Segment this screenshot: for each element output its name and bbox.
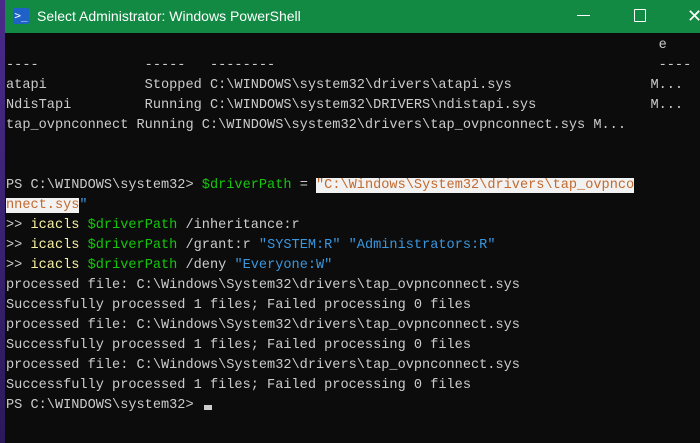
terminal-text: "	[79, 198, 88, 213]
terminal-text: icacls	[30, 218, 88, 233]
terminal-line: nnect.sys"	[6, 196, 700, 216]
terminal-line: tap_ovpnconnect Running C:\WINDOWS\syste…	[6, 116, 700, 136]
terminal-text: tap_ovpnconnect Running C:\WINDOWS\syste…	[6, 118, 626, 133]
terminal-text: icacls	[30, 238, 88, 253]
terminal-line: Successfully processed 1 files; Failed p…	[6, 296, 700, 316]
powershell-icon: >_	[13, 8, 29, 24]
terminal-text: processed file: C:\Windows\System32\driv…	[6, 358, 520, 373]
terminal-text: /deny	[177, 258, 235, 273]
terminal-line: atapi Stopped C:\WINDOWS\system32\driver…	[6, 76, 700, 96]
minimize-button[interactable]	[561, 0, 607, 33]
terminal-line: Successfully processed 1 files; Failed p…	[6, 336, 700, 356]
terminal-text: Successfully processed 1 files; Failed p…	[6, 378, 471, 393]
terminal-line: PS C:\WINDOWS\system32> $driverPath = "C…	[6, 176, 700, 196]
terminal-line	[6, 136, 700, 156]
terminal-line: PS C:\WINDOWS\system32>	[6, 396, 700, 416]
terminal-line: >> icacls $driverPath /inheritance:r	[6, 216, 700, 236]
terminal-text: e	[6, 38, 667, 53]
terminal-text: =	[291, 178, 317, 193]
selected-text: "C:\Windows\System32\drivers\tap_ovpnco	[316, 178, 635, 193]
terminal-text: NdisTapi Running C:\WINDOWS\system32\DRI…	[6, 98, 684, 113]
terminal-line: processed file: C:\Windows\System32\driv…	[6, 316, 700, 336]
terminal-line	[6, 156, 700, 176]
terminal-text: processed file: C:\Windows\System32\driv…	[6, 318, 520, 333]
window-title: Select Administrator: Windows PowerShell	[37, 8, 301, 24]
maximize-button[interactable]	[617, 0, 663, 33]
terminal-line: >> icacls $driverPath /grant:r "SYSTEM:R…	[6, 236, 700, 256]
terminal-line: e	[6, 36, 700, 56]
terminal-text: >>	[6, 258, 31, 273]
desktop-edge	[0, 0, 5, 443]
title-bar[interactable]: >_ Select Administrator: Windows PowerSh…	[5, 0, 700, 33]
terminal-text: processed file: C:\Windows\System32\driv…	[6, 278, 520, 293]
terminal-text: >>	[6, 218, 31, 233]
terminal-text: PS C:\WINDOWS\system32>	[6, 398, 202, 413]
terminal-text: PS C:\WINDOWS\system32>	[6, 178, 202, 193]
terminal-text: "Everyone:W"	[234, 258, 333, 273]
terminal-text: Successfully processed 1 files; Failed p…	[6, 298, 471, 313]
terminal-text: $driverPath	[201, 178, 292, 193]
terminal-line: Successfully processed 1 files; Failed p…	[6, 376, 700, 396]
terminal-text: atapi Stopped C:\WINDOWS\system32\driver…	[6, 78, 684, 93]
terminal-line: >> icacls $driverPath /deny "Everyone:W"	[6, 256, 700, 276]
terminal-text: /grant:r	[177, 238, 259, 253]
terminal-text: Successfully processed 1 files; Failed p…	[6, 338, 471, 353]
terminal-text: >>	[6, 238, 31, 253]
terminal-text: $driverPath	[87, 258, 178, 273]
terminal-line: processed file: C:\Windows\System32\driv…	[6, 356, 700, 376]
terminal-text: "SYSTEM:R" "Administrators:R"	[258, 238, 496, 253]
terminal-text: $driverPath	[87, 218, 178, 233]
terminal-line: processed file: C:\Windows\System32\driv…	[6, 276, 700, 296]
terminal-output[interactable]: e ---- ----- -------- ---- atapi Stopped C…	[6, 36, 700, 416]
terminal-text: /inheritance:r	[177, 218, 300, 233]
close-button[interactable]: ✕	[681, 0, 700, 33]
selected-text: nnect.sys	[6, 198, 80, 213]
terminal-text: icacls	[30, 258, 88, 273]
terminal-text: $driverPath	[87, 238, 178, 253]
text-cursor	[203, 405, 212, 410]
terminal-line: NdisTapi Running C:\WINDOWS\system32\DRI…	[6, 96, 700, 116]
terminal-text: ---- ----- -------- ----	[6, 58, 692, 73]
terminal-line: ---- ----- -------- ----	[6, 56, 700, 76]
